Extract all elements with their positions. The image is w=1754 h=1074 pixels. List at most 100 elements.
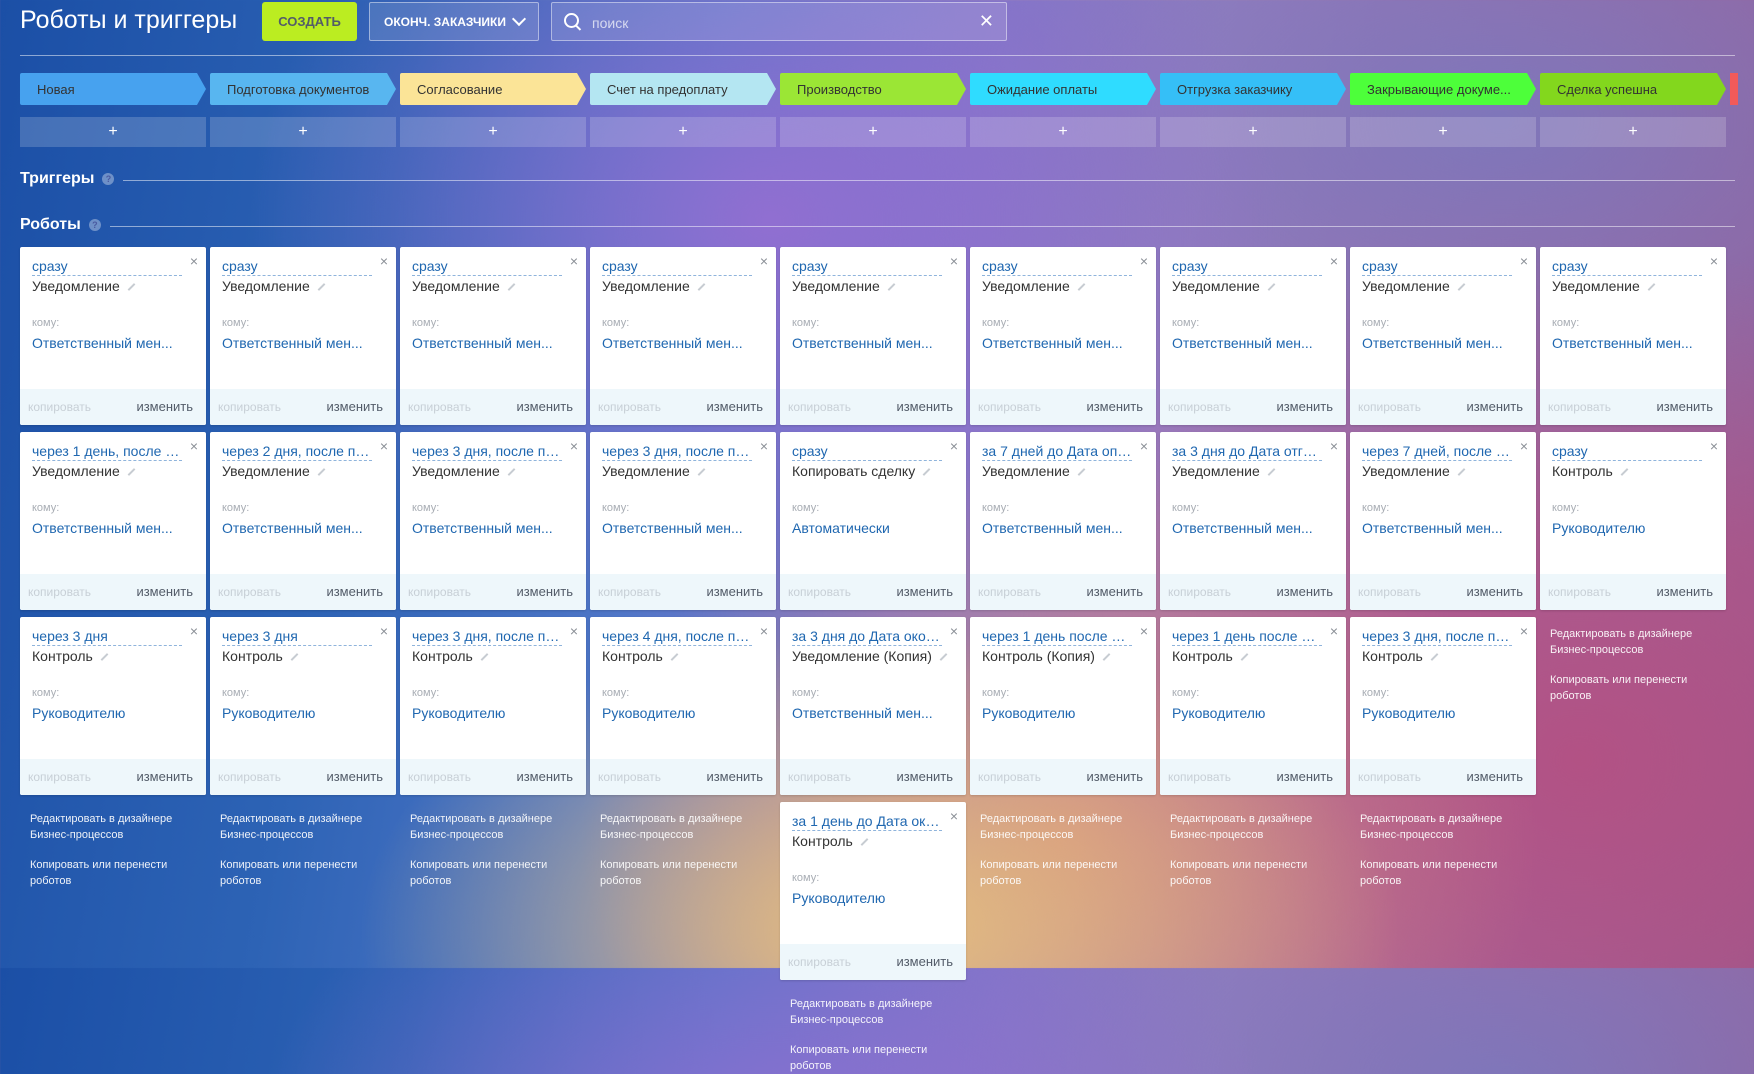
edit-link[interactable]: изменить bbox=[1276, 399, 1333, 414]
edit-link[interactable]: изменить bbox=[1466, 584, 1523, 599]
recipient-value[interactable]: Ответственный мен... bbox=[792, 705, 933, 721]
robot-card[interactable]: через 1 день после Да... × Контроль (Копия… bbox=[970, 617, 1156, 795]
copy-move-robots-link[interactable]: Копировать или перенести роботов bbox=[980, 857, 1150, 889]
robot-card[interactable]: через 3 дня, после пр... × Уведомление кому… bbox=[590, 432, 776, 610]
copy-move-robots-link[interactable]: Копировать или перенести роботов bbox=[790, 1042, 960, 1074]
close-icon[interactable]: × bbox=[950, 253, 958, 269]
recipient-value[interactable]: Руководителю bbox=[792, 890, 885, 906]
pencil-icon[interactable] bbox=[1102, 653, 1111, 662]
close-icon[interactable]: × bbox=[760, 253, 768, 269]
edit-link[interactable]: изменить bbox=[1466, 399, 1523, 414]
pencil-icon[interactable] bbox=[317, 283, 326, 292]
pencil-icon[interactable] bbox=[127, 283, 136, 292]
edit-link[interactable]: изменить bbox=[706, 399, 763, 414]
robot-card[interactable]: через 3 дня × Контроль кому: Руководителю коп… bbox=[20, 617, 206, 795]
edit-in-designer-link[interactable]: Редактировать в дизайнере Бизнес-процесс… bbox=[600, 811, 770, 843]
robot-delay[interactable]: через 7 дней, после п... bbox=[1362, 443, 1512, 461]
add-robot-button[interactable]: + bbox=[1160, 117, 1346, 147]
robot-delay[interactable]: сразу bbox=[222, 258, 372, 276]
edit-link[interactable]: изменить bbox=[896, 954, 953, 969]
close-icon[interactable]: × bbox=[570, 253, 578, 269]
robot-delay[interactable]: через 3 дня bbox=[222, 628, 372, 646]
stage-9[interactable]: Сделка успешна bbox=[1540, 73, 1726, 105]
pencil-icon[interactable] bbox=[100, 653, 109, 662]
robot-delay[interactable]: сразу bbox=[982, 258, 1132, 276]
recipient-value[interactable]: Ответственный мен... bbox=[222, 335, 363, 351]
pencil-icon[interactable] bbox=[1267, 468, 1276, 477]
close-icon[interactable]: × bbox=[760, 438, 768, 454]
pencil-icon[interactable] bbox=[1430, 653, 1439, 662]
close-icon[interactable]: ✕ bbox=[979, 11, 994, 32]
robot-card[interactable]: через 3 дня × Контроль кому: Руководителю коп… bbox=[210, 617, 396, 795]
recipient-value[interactable]: Ответственный мен... bbox=[412, 335, 553, 351]
robot-delay[interactable]: через 3 дня, после пр... bbox=[412, 628, 562, 646]
close-icon[interactable]: × bbox=[950, 808, 958, 824]
robot-delay[interactable]: сразу bbox=[602, 258, 752, 276]
edit-link[interactable]: изменить bbox=[326, 399, 383, 414]
edit-link[interactable]: изменить bbox=[1086, 399, 1143, 414]
search-input[interactable] bbox=[590, 3, 954, 42]
stage-2[interactable]: Подготовка документов bbox=[210, 73, 396, 105]
copy-move-robots-link[interactable]: Копировать или перенести роботов bbox=[600, 857, 770, 889]
recipient-value[interactable]: Руководителю bbox=[1552, 520, 1645, 536]
robot-card[interactable]: сразу × Уведомление кому: Ответственный мен.… bbox=[210, 247, 396, 425]
recipient-value[interactable]: Руководителю bbox=[982, 705, 1075, 721]
robot-delay[interactable]: сразу bbox=[412, 258, 562, 276]
recipient-value[interactable]: Ответственный мен... bbox=[1362, 520, 1503, 536]
robot-delay[interactable]: через 4 дня, после пр... bbox=[602, 628, 752, 646]
recipient-value[interactable]: Ответственный мен... bbox=[1552, 335, 1693, 351]
edit-link[interactable]: изменить bbox=[1086, 769, 1143, 784]
robot-delay[interactable]: сразу bbox=[1552, 443, 1702, 461]
pencil-icon[interactable] bbox=[860, 838, 869, 847]
robot-card[interactable]: через 3 дня, после пр... × Уведомление кому… bbox=[400, 432, 586, 610]
robot-card[interactable]: сразу × Уведомление кому: Ответственный мен.… bbox=[1160, 247, 1346, 425]
recipient-value[interactable]: Ответственный мен... bbox=[1172, 335, 1313, 351]
pencil-icon[interactable] bbox=[1620, 468, 1629, 477]
robot-card[interactable]: сразу × Уведомление кому: Ответственный мен.… bbox=[20, 247, 206, 425]
recipient-value[interactable]: Руководителю bbox=[602, 705, 695, 721]
edit-link[interactable]: изменить bbox=[896, 769, 953, 784]
robot-delay[interactable]: за 1 день до Дата око... bbox=[792, 813, 942, 831]
robot-delay[interactable]: через 2 дня, после пр... bbox=[222, 443, 372, 461]
stage-1[interactable]: Новая bbox=[20, 73, 206, 105]
robot-delay[interactable]: через 3 дня bbox=[32, 628, 182, 646]
close-icon[interactable]: × bbox=[760, 623, 768, 639]
robot-card[interactable]: за 3 дня до Дата окон... × Уведомление (Ко… bbox=[780, 617, 966, 795]
add-robot-button[interactable]: + bbox=[780, 117, 966, 147]
robot-card[interactable]: сразу × Уведомление кому: Ответственный мен.… bbox=[1350, 247, 1536, 425]
robot-delay[interactable]: через 3 дня, после пр... bbox=[1362, 628, 1512, 646]
recipient-value[interactable]: Ответственный мен... bbox=[412, 520, 553, 536]
robot-card[interactable]: за 1 день до Дата око... × Контроль кому: Ру… bbox=[780, 802, 966, 980]
add-robot-button[interactable]: + bbox=[20, 117, 206, 147]
robot-card[interactable]: через 3 дня, после пр... × Контроль кому: Ру… bbox=[1350, 617, 1536, 795]
recipient-value[interactable]: Ответственный мен... bbox=[982, 520, 1123, 536]
robot-card[interactable]: через 1 день после Да... × Контроль кому: Ру… bbox=[1160, 617, 1346, 795]
edit-link[interactable]: изменить bbox=[896, 584, 953, 599]
close-icon[interactable]: × bbox=[1330, 623, 1338, 639]
copy-move-robots-link[interactable]: Копировать или перенести роботов bbox=[30, 857, 200, 889]
close-icon[interactable]: × bbox=[380, 623, 388, 639]
robot-card[interactable]: сразу × Уведомление кому: Ответственный мен.… bbox=[590, 247, 776, 425]
close-icon[interactable]: × bbox=[950, 623, 958, 639]
edit-link[interactable]: изменить bbox=[136, 399, 193, 414]
robot-delay[interactable]: через 1 день, после п... bbox=[32, 443, 182, 461]
robot-delay[interactable]: сразу bbox=[792, 258, 942, 276]
stage-6[interactable]: Ожидание оплаты bbox=[970, 73, 1156, 105]
pencil-icon[interactable] bbox=[887, 283, 896, 292]
edit-in-designer-link[interactable]: Редактировать в дизайнере Бизнес-процесс… bbox=[1360, 811, 1530, 843]
recipient-value[interactable]: Ответственный мен... bbox=[602, 335, 743, 351]
robot-delay[interactable]: сразу bbox=[1362, 258, 1512, 276]
edit-link[interactable]: изменить bbox=[516, 584, 573, 599]
pencil-icon[interactable] bbox=[670, 653, 679, 662]
close-icon[interactable]: × bbox=[950, 438, 958, 454]
close-icon[interactable]: × bbox=[1330, 438, 1338, 454]
stage-5[interactable]: Производство bbox=[780, 73, 966, 105]
robot-card[interactable]: сразу × Уведомление кому: Ответственный мен.… bbox=[970, 247, 1156, 425]
robot-delay[interactable]: сразу bbox=[792, 443, 942, 461]
robot-delay[interactable]: сразу bbox=[1552, 258, 1702, 276]
close-icon[interactable]: × bbox=[1140, 253, 1148, 269]
robot-delay[interactable]: через 3 дня, после пр... bbox=[602, 443, 752, 461]
close-icon[interactable]: × bbox=[1330, 253, 1338, 269]
recipient-value[interactable]: Руководителю bbox=[1172, 705, 1265, 721]
edit-link[interactable]: изменить bbox=[1656, 399, 1713, 414]
